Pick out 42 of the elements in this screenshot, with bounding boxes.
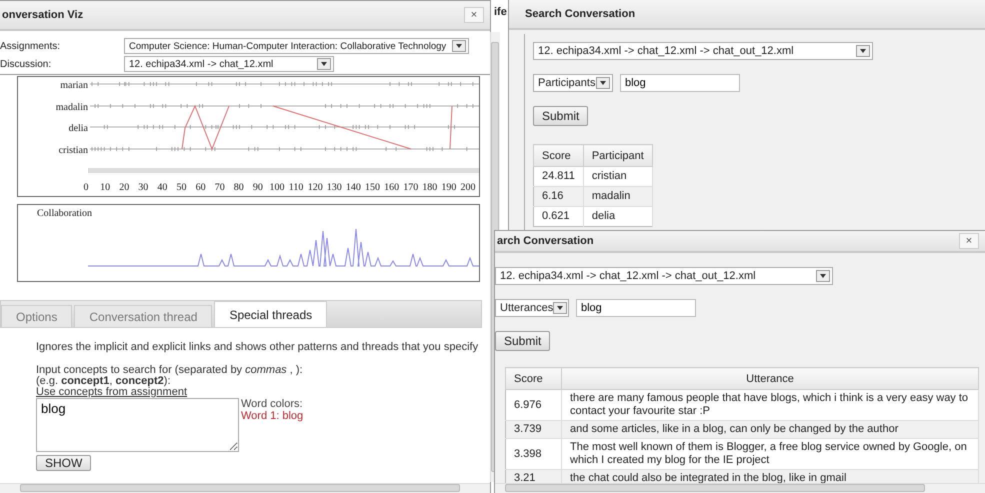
- axis-label: 10: [100, 182, 110, 193]
- column-header: Participant: [583, 144, 652, 166]
- axis-label: 20: [119, 182, 130, 193]
- axis-label: 70: [214, 182, 225, 193]
- field-label: Assignments:: [0, 40, 62, 52]
- prompt-text: Input concepts to search for (separated by commas , ):: [36, 365, 304, 376]
- axis-label: 200: [460, 182, 476, 193]
- word-colors-label: Word colors:: [241, 398, 304, 410]
- axis-label: 190: [441, 182, 456, 193]
- axis-label: 100: [270, 182, 284, 193]
- axis-label: 90: [252, 182, 263, 193]
- participant-label: delia: [68, 123, 88, 134]
- table-cell: delia: [583, 206, 652, 226]
- table-cell: 0.621: [534, 206, 584, 226]
- column-header: Utterance: [562, 368, 978, 390]
- axis-label: 150: [365, 182, 380, 193]
- axis-label: 120: [308, 182, 323, 193]
- axis-label: 130: [326, 182, 342, 193]
- axis-label: 80: [234, 182, 244, 193]
- column-header: Score: [534, 144, 584, 166]
- axis-label: 180: [422, 182, 438, 193]
- window-title: Search Conversation: [524, 8, 636, 20]
- axis-label: 170: [403, 182, 418, 193]
- axis-label: 160: [384, 182, 400, 193]
- chart-title: Collaboration: [37, 208, 92, 219]
- example-text: (e.g. concept1, concept2):: [36, 376, 172, 387]
- axis-label: 40: [157, 182, 168, 193]
- axis-label: 110: [288, 182, 304, 193]
- participant-label: cristian: [58, 145, 88, 156]
- description-text: Ignores the implicit and explicit links and shows other patterns and threads that you specify: [36, 342, 480, 353]
- word-color-entry: Word 1: blog: [241, 410, 304, 422]
- window-title: arch Conversation: [497, 235, 594, 247]
- participant-label: marian: [60, 80, 88, 91]
- axis-label: 60: [196, 182, 206, 193]
- axis-label: 140: [346, 182, 361, 193]
- axis-label: 0: [84, 182, 88, 193]
- axis-label: 50: [176, 182, 186, 193]
- window-title: onversation Viz: [2, 9, 84, 21]
- axis-label: 30: [138, 182, 148, 193]
- column-header: Score: [506, 368, 562, 390]
- field-label: Discussion:: [0, 58, 52, 70]
- participant-label: madalin: [56, 102, 88, 113]
